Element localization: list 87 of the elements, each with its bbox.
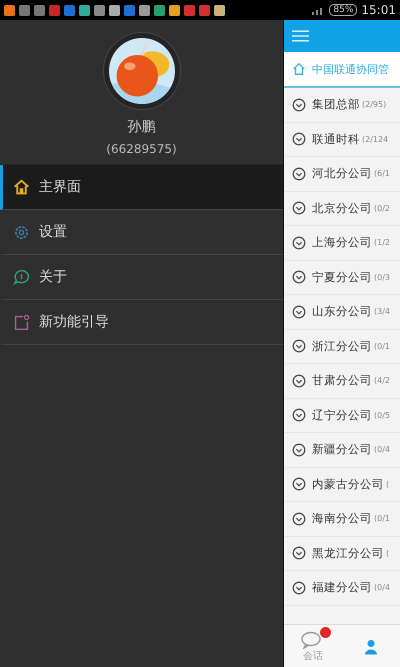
notification-icon <box>154 4 165 16</box>
group-name: 辽宁分公司 <box>312 408 372 423</box>
group-name: 北京分公司 <box>312 200 372 216</box>
group-name: 宁夏分公司 <box>312 270 372 285</box>
member-count: (0/3 <box>374 272 390 282</box>
member-count: ( <box>386 480 390 489</box>
member-count: (3/4 <box>374 307 390 316</box>
expand-icon <box>292 546 306 560</box>
group-row[interactable]: 内蒙古分公司 ( <box>284 468 400 502</box>
expand-icon <box>292 166 306 181</box>
member-count: (0/4 <box>374 445 390 454</box>
gear-icon <box>13 224 30 240</box>
expand-icon <box>292 512 306 526</box>
member-count: (0/4 <box>374 583 390 592</box>
member-count: ( <box>386 548 390 558</box>
member-count: (0/1 <box>374 342 390 351</box>
menu-item[interactable]: 主界面 <box>0 165 283 210</box>
notification-icon <box>34 4 45 16</box>
group-row[interactable]: 北京分公司 (0/2 <box>284 192 400 226</box>
notification-icon <box>199 4 210 16</box>
notification-icon <box>184 4 195 16</box>
group-name: 集团总部 <box>312 97 360 112</box>
group-row[interactable]: 山东分公司 (3/4 <box>284 295 400 330</box>
member-count: (1/2 <box>374 238 390 248</box>
notification-icon <box>49 4 60 16</box>
member-count: (0/1 <box>374 514 390 524</box>
notification-icon <box>124 4 135 16</box>
notification-icon <box>94 4 105 16</box>
group-name: 海南分公司 <box>312 511 372 526</box>
group-row[interactable]: 辽宁分公司 (0/5 <box>284 398 400 433</box>
expand-icon <box>292 201 306 216</box>
group-row[interactable]: 浙江分公司 (0/1 <box>284 330 400 364</box>
expand-icon <box>292 442 306 457</box>
battery-level: 85% <box>329 4 358 16</box>
user-id: (66289575) <box>106 142 177 156</box>
expand-icon <box>292 339 306 354</box>
expand-icon <box>292 98 306 112</box>
group-row[interactable]: 黑龙江分公司 ( <box>284 536 400 571</box>
member-count: (0/5 <box>374 410 390 420</box>
group-row[interactable]: 河北分公司 (6/1 <box>284 157 400 192</box>
expand-icon <box>292 270 306 284</box>
expand-icon <box>292 374 306 388</box>
expand-icon <box>292 477 306 492</box>
group-name: 甘肃分公司 <box>312 373 372 388</box>
note-icon <box>13 314 30 330</box>
group-name: 福建分公司 <box>312 580 372 596</box>
member-count: (2/95) <box>362 100 386 110</box>
speech-bubble-icon <box>13 268 30 286</box>
group-row[interactable]: 新疆分公司 (0/4 <box>284 433 400 468</box>
group-row[interactable]: 福建分公司 (0/4 <box>284 571 400 606</box>
menu-icon[interactable] <box>292 30 309 42</box>
member-count: (2/124 <box>362 134 388 144</box>
expand-icon <box>292 236 306 250</box>
notification-icon <box>4 4 15 16</box>
notification-icon <box>169 4 180 16</box>
expand-icon <box>292 132 306 146</box>
expand-icon <box>292 580 306 595</box>
group-row[interactable]: 联通时科 (2/124 <box>284 122 400 157</box>
member-count: (4/2 <box>374 376 390 386</box>
group-row[interactable]: 甘肃分公司 (4/2 <box>284 364 400 398</box>
group-name: 新疆分公司 <box>312 442 372 458</box>
group-name: 联通时科 <box>312 132 360 147</box>
people-icon <box>365 640 377 654</box>
group-name: 上海分公司 <box>312 235 372 250</box>
group-name: 山东分公司 <box>312 304 372 320</box>
notification-icon <box>214 4 225 16</box>
notification-icon <box>64 4 75 16</box>
group-row[interactable]: 宁夏分公司 (0/3 <box>284 260 400 295</box>
home-icon[interactable] <box>292 62 306 76</box>
group-row[interactable]: 海南分公司 (0/1 <box>284 502 400 536</box>
expand-icon <box>292 408 306 422</box>
member-count: (6/1 <box>374 169 390 178</box>
member-count: (0/2 <box>374 204 390 213</box>
group-row[interactable]: 上海分公司 (1/2 <box>284 226 400 260</box>
notification-icon <box>19 4 30 16</box>
user-name: 孙鹏 <box>128 118 156 136</box>
group-name: 河北分公司 <box>312 166 372 182</box>
group-name: 浙江分公司 <box>312 338 372 354</box>
notification-icon <box>109 4 120 16</box>
notification-icon <box>79 4 90 16</box>
group-name: 黑龙江分公司 <box>312 546 384 561</box>
notification-icon <box>139 4 150 16</box>
group-name: 内蒙古分公司 <box>312 476 384 492</box>
clock-time: 15:01 <box>361 3 396 17</box>
group-row[interactable]: 集团总部 (2/95) <box>284 88 400 122</box>
expand-icon <box>292 304 306 319</box>
house-icon <box>13 178 30 196</box>
